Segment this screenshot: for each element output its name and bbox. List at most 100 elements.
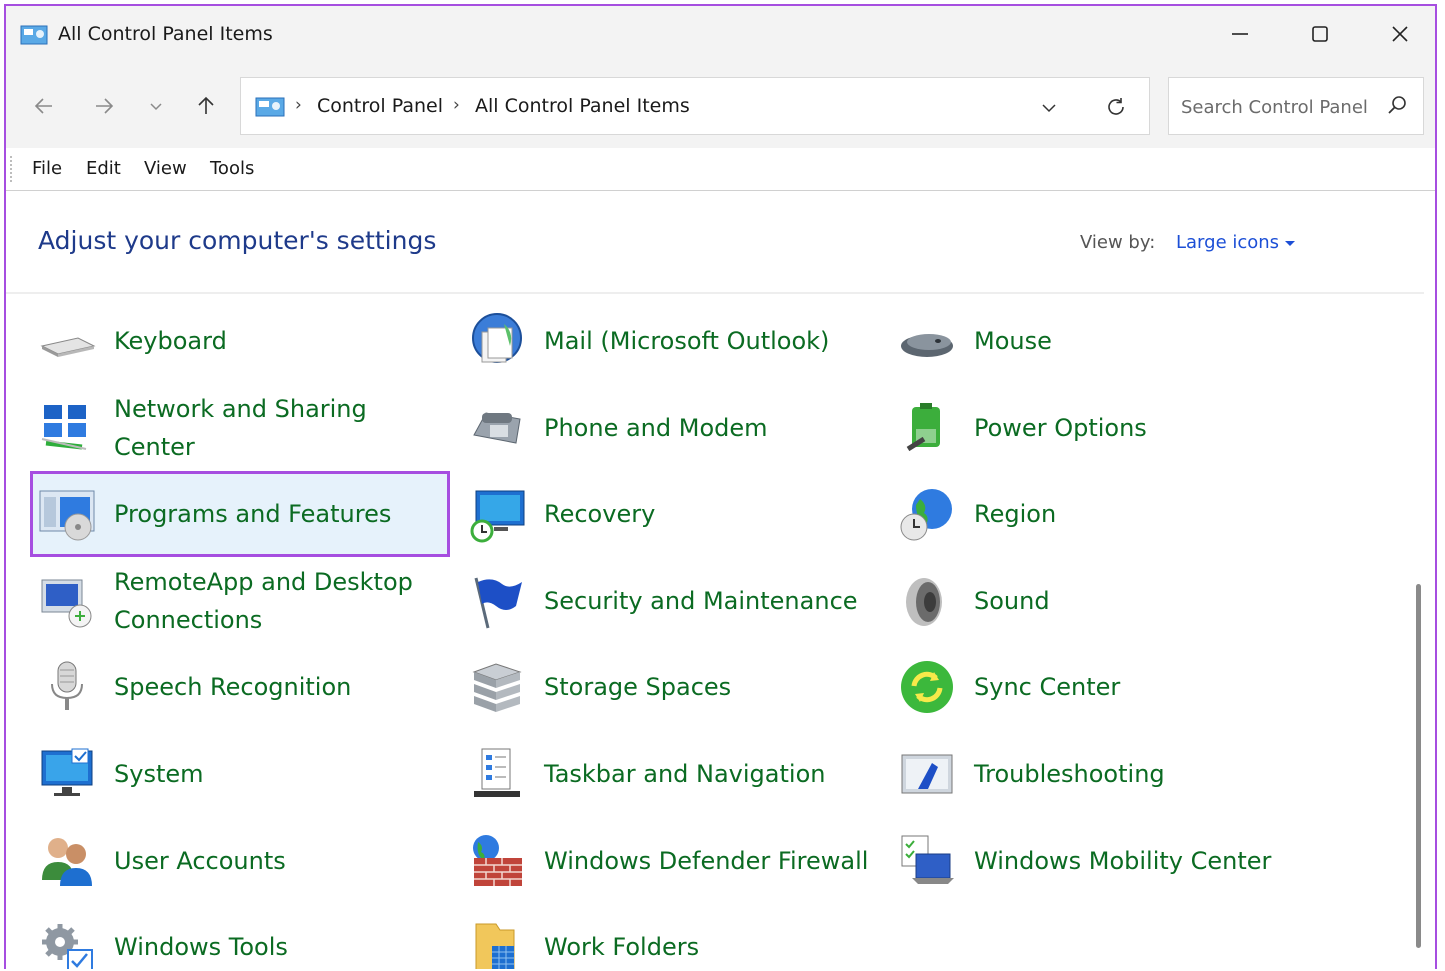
maximize-icon (1312, 26, 1328, 42)
item-label[interactable]: RemoteApp and Desktop Connections (114, 558, 444, 644)
control-panel-item-recovery[interactable]: Recovery (460, 471, 880, 557)
control-panel-item-mouse[interactable]: Mouse (890, 298, 1310, 384)
menu-tools[interactable]: Tools (210, 158, 254, 179)
title-bar: All Control Panel Items (6, 6, 1435, 62)
item-label[interactable]: Sound (974, 558, 1304, 644)
control-panel-item-work-folders[interactable]: Work Folders (460, 904, 880, 969)
item-label[interactable]: Region (974, 471, 1304, 557)
search-icon[interactable] (1385, 94, 1409, 118)
item-label[interactable]: Sync Center (974, 644, 1304, 730)
item-label[interactable]: Windows Defender Firewall (544, 818, 874, 904)
view-by-label: View by: (1080, 232, 1156, 253)
forward-button[interactable] (86, 88, 122, 124)
item-label[interactable]: Storage Spaces (544, 644, 874, 730)
recent-locations-button[interactable] (138, 88, 174, 124)
programs-icon (38, 485, 96, 543)
item-label[interactable]: Mail (Microsoft Outlook) (544, 298, 874, 384)
control-panel-item-troubleshooting[interactable]: Troubleshooting (890, 731, 1310, 817)
control-panel-item-keyboard[interactable]: Keyboard (30, 298, 450, 384)
item-label[interactable]: Work Folders (544, 904, 874, 969)
control-panel-item-taskbar-and-navigation[interactable]: Taskbar and Navigation (460, 731, 880, 817)
security-flag-icon (468, 572, 526, 630)
refresh-icon (1108, 98, 1124, 115)
region-icon (898, 485, 956, 543)
item-label[interactable]: Taskbar and Navigation (544, 731, 874, 817)
back-button[interactable] (26, 88, 62, 124)
network-icon (38, 399, 96, 457)
arrow-up-icon (198, 96, 214, 114)
item-label[interactable]: Recovery (544, 471, 874, 557)
control-panel-item-windows-defender-firewall[interactable]: Windows Defender Firewall (460, 818, 880, 904)
control-panel-item-mail-microsoft-outlook[interactable]: Mail (Microsoft Outlook) (460, 298, 880, 384)
item-label[interactable]: Programs and Features (114, 471, 444, 557)
breadcrumb-separator: › (453, 95, 460, 115)
chevron-down-icon (1042, 104, 1056, 113)
control-panel-item-windows-mobility-center[interactable]: Windows Mobility Center (890, 818, 1310, 904)
item-label[interactable]: System (114, 731, 444, 817)
control-panel-item-security-and-maintenance[interactable]: Security and Maintenance (460, 558, 880, 644)
keyboard-icon (38, 312, 96, 370)
close-button[interactable] (1360, 6, 1435, 62)
minimize-icon (1232, 33, 1248, 35)
arrow-left-icon (34, 98, 52, 114)
item-label[interactable]: Power Options (974, 385, 1304, 471)
toolbar-grip (10, 156, 14, 182)
control-panel-item-speech-recognition[interactable]: Speech Recognition (30, 644, 450, 730)
item-label[interactable]: Windows Tools (114, 904, 444, 969)
control-panel-window: All Control Panel Items › Control Panel … (4, 4, 1437, 969)
search-placeholder: Search Control Panel (1181, 97, 1368, 118)
control-panel-item-storage-spaces[interactable]: Storage Spaces (460, 644, 880, 730)
control-panel-item-remoteapp-and-desktop-connections[interactable]: RemoteApp and Desktop Connections (30, 558, 450, 644)
scrollbar-thumb[interactable] (1416, 584, 1421, 948)
item-label[interactable]: User Accounts (114, 818, 444, 904)
control-panel-item-phone-and-modem[interactable]: Phone and Modem (460, 385, 880, 471)
refresh-button[interactable] (1099, 90, 1133, 124)
address-dropdown-button[interactable] (1033, 92, 1065, 124)
power-icon (898, 399, 956, 457)
system-monitor-icon (38, 745, 96, 803)
minimize-button[interactable] (1200, 6, 1280, 62)
control-panel-item-region[interactable]: Region (890, 471, 1310, 557)
view-by-dropdown[interactable]: Large icons (1176, 232, 1296, 253)
menu-file[interactable]: File (32, 158, 62, 179)
navigation-bar: › Control Panel › All Control Panel Item… (6, 62, 1435, 148)
up-button[interactable] (188, 88, 224, 124)
chevron-down-icon (150, 103, 162, 111)
work-folders-icon (468, 918, 526, 969)
control-panel-item-programs-and-features[interactable]: Programs and Features (30, 471, 450, 558)
control-panel-item-windows-tools[interactable]: Windows Tools (30, 904, 450, 969)
control-panel-item-sync-center[interactable]: Sync Center (890, 644, 1310, 730)
mouse-icon (898, 312, 956, 370)
item-label[interactable]: Phone and Modem (544, 385, 874, 471)
menu-view[interactable]: View (144, 158, 187, 179)
item-label[interactable]: Security and Maintenance (544, 558, 874, 644)
item-label[interactable]: Keyboard (114, 298, 444, 384)
control-panel-item-system[interactable]: System (30, 731, 450, 817)
search-box[interactable]: Search Control Panel (1168, 77, 1424, 135)
breadcrumb-control-panel[interactable]: Control Panel (317, 95, 443, 117)
control-panel-item-network-and-sharing-center[interactable]: Network and Sharing Center (30, 385, 450, 471)
header-divider (6, 292, 1424, 294)
item-label[interactable]: Network and Sharing Center (114, 385, 444, 471)
item-label[interactable]: Windows Mobility Center (974, 818, 1304, 904)
menu-edit[interactable]: Edit (86, 158, 121, 179)
control-panel-item-power-options[interactable]: Power Options (890, 385, 1310, 471)
sync-icon (898, 658, 956, 716)
control-panel-item-sound[interactable]: Sound (890, 558, 1310, 644)
item-label[interactable]: Speech Recognition (114, 644, 444, 730)
close-icon (1392, 26, 1408, 42)
users-icon (38, 832, 96, 890)
control-panel-item-user-accounts[interactable]: User Accounts (30, 818, 450, 904)
item-label[interactable]: Mouse (974, 298, 1304, 384)
troubleshooting-icon (898, 745, 956, 803)
recovery-icon (468, 485, 526, 543)
breadcrumb-all-items[interactable]: All Control Panel Items (475, 95, 690, 117)
view-by-value: Large icons (1176, 232, 1280, 253)
tools-gear-icon (38, 918, 96, 969)
address-bar[interactable]: › Control Panel › All Control Panel Item… (240, 77, 1150, 135)
item-label[interactable]: Troubleshooting (974, 731, 1304, 817)
storage-icon (468, 658, 526, 716)
caret-down-icon (1285, 240, 1296, 246)
maximize-button[interactable] (1280, 6, 1360, 62)
control-panel-icon (20, 25, 48, 45)
